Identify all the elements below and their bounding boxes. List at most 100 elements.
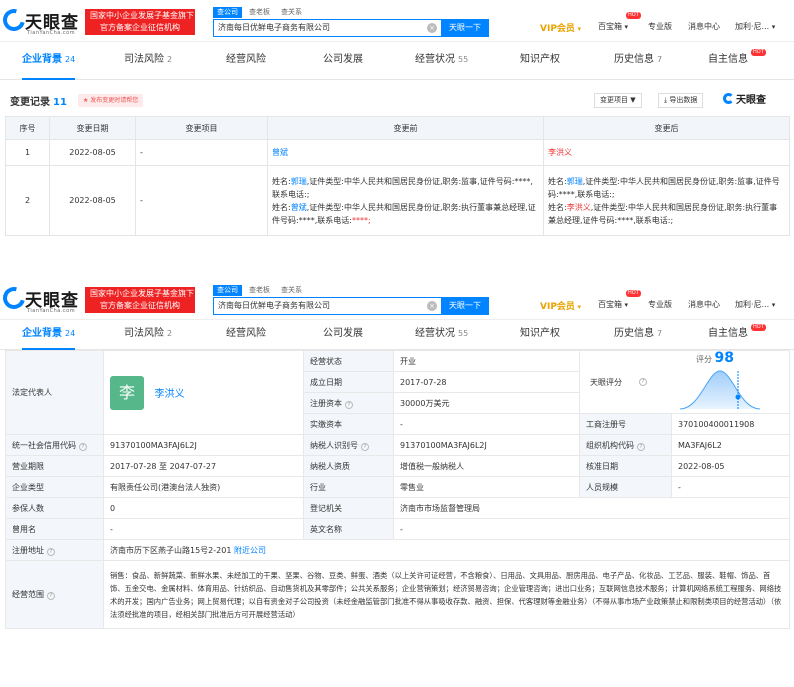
- pro-version-link[interactable]: 专业版: [648, 21, 672, 32]
- field-prefix: 姓名:: [548, 202, 567, 212]
- scope-label-cell: 经营范围?: [5, 560, 104, 629]
- help-icon[interactable]: ?: [47, 592, 55, 600]
- tab-history[interactable]: 历史信息 7: [614, 320, 662, 350]
- tab-enterprise-background[interactable]: 企业背景 24: [22, 320, 76, 350]
- tab-company-development[interactable]: 公司发展: [323, 42, 363, 80]
- score-value: 98: [714, 350, 735, 367]
- tab-judicial-risk[interactable]: 司法风险 2: [124, 42, 172, 80]
- search-tab-company[interactable]: 查公司: [213, 7, 242, 18]
- tianyancha-logo[interactable]: 天眼查 TianYanCha.com: [0, 4, 83, 38]
- tab-business-status[interactable]: 经营状况 55: [415, 320, 468, 350]
- search-input[interactable]: 济南每日优鲜电子商务有限公司: [213, 19, 441, 37]
- col-date: 变更日期: [49, 116, 136, 140]
- clear-icon[interactable]: ×: [427, 23, 437, 33]
- promo-banner[interactable]: 国家中小企业发展子基金旗下 官方备案企业征信机构: [85, 9, 195, 35]
- search-input[interactable]: 济南每日优鲜电子商务有限公司: [213, 297, 441, 315]
- help-icon[interactable]: ?: [47, 547, 55, 556]
- search-button[interactable]: 天眼一下: [441, 297, 489, 315]
- pro-version-link[interactable]: 专业版: [648, 299, 672, 310]
- chevron-down-icon: ▾: [771, 23, 776, 31]
- col-before: 变更前: [267, 116, 544, 140]
- term-value: 2017-07-28 至 2047-07-27: [103, 455, 304, 477]
- subscribe-change-badge[interactable]: ★ 发布变更时请帮您: [78, 94, 144, 107]
- tab-label: 司法风险: [124, 54, 164, 65]
- baibao-label: 百宝箱: [598, 300, 622, 309]
- field-prefix: 姓名:: [548, 176, 567, 186]
- person-link[interactable]: 郭瑞: [567, 177, 583, 186]
- tab-business-status[interactable]: 经营状况 55: [415, 42, 468, 80]
- tab-operating-risk[interactable]: 经营风险: [226, 42, 266, 80]
- search-tab-boss[interactable]: 查老板: [245, 7, 274, 18]
- help-icon[interactable]: ?: [79, 442, 87, 451]
- row-date: 2022-08-05: [49, 139, 136, 166]
- field-prefix: 姓名:: [272, 176, 291, 186]
- row-before: 曾斌: [267, 139, 544, 166]
- help-icon[interactable]: ?: [361, 442, 369, 451]
- org-code-value: MA3FAJ6L2: [671, 434, 790, 456]
- help-icon[interactable]: ?: [345, 400, 353, 409]
- message-center-link[interactable]: 消息中心: [688, 21, 720, 32]
- tianyan-score-label: 天眼评分: [590, 378, 622, 387]
- reg-capital-label: 注册资本: [310, 398, 342, 408]
- clear-icon[interactable]: ×: [427, 301, 437, 311]
- baibao-link[interactable]: 百宝箱 ▾: [598, 21, 628, 32]
- legal-rep-name-link[interactable]: 李洪义: [155, 389, 185, 400]
- avatar[interactable]: 李: [110, 375, 144, 410]
- person-link-changed[interactable]: 李洪义: [567, 203, 591, 212]
- export-data-button[interactable]: ⤓ 导出数据: [658, 93, 704, 108]
- change-record-header: 变更记录 11 ★ 发布变更时请帮您 变更项目 ▼ ⤓ 导出数据 天眼查: [0, 88, 794, 114]
- tab-count: 55: [458, 329, 469, 338]
- term-label: 营业期限: [5, 455, 104, 477]
- help-icon[interactable]: ?: [637, 442, 645, 451]
- user-menu[interactable]: 加利·尼... ▾: [735, 299, 775, 310]
- search-button[interactable]: 天眼一下: [441, 19, 489, 37]
- tab-enterprise-background[interactable]: 企业背景 24: [22, 42, 76, 80]
- vip-link[interactable]: VIP会员 ▾: [540, 299, 581, 312]
- promo-banner[interactable]: 国家中小企业发展子基金旗下 官方备案企业征信机构: [85, 287, 195, 313]
- reg-authority-value: 济南市市场监督管理局: [393, 497, 790, 519]
- promo-line-2: 官方备案企业征信机构: [100, 301, 180, 310]
- person-link[interactable]: 曾斌: [291, 203, 307, 212]
- baibao-link[interactable]: 百宝箱 ▾: [598, 299, 628, 310]
- person-link[interactable]: 曾斌: [272, 148, 288, 157]
- person-link-changed[interactable]: 李洪义: [548, 148, 572, 157]
- company-type-value: 有限责任公司(港澳台法人独资): [103, 476, 304, 498]
- tab-label: 知识产权: [520, 328, 560, 339]
- industry-label: 行业: [303, 476, 394, 498]
- hot-badge: HOT: [626, 12, 641, 19]
- tab-count: 2: [167, 329, 173, 338]
- person-link[interactable]: 郭瑞: [291, 177, 307, 186]
- search-tab-company[interactable]: 查公司: [213, 285, 242, 296]
- message-center-link[interactable]: 消息中心: [688, 299, 720, 310]
- search-tab-relation[interactable]: 查关系: [277, 285, 306, 296]
- tab-self-info[interactable]: 自主信息: [708, 42, 748, 80]
- taxpayer-type-value: 增值税一般纳税人: [393, 455, 580, 477]
- tianyancha-logo[interactable]: 天眼查 TianYanCha.com: [0, 282, 83, 316]
- help-icon[interactable]: ?: [639, 378, 647, 386]
- search-tab-boss[interactable]: 查老板: [245, 285, 274, 296]
- reg-capital-label-cell: 注册资本?: [303, 392, 394, 414]
- top-header: 天眼查 TianYanCha.com 国家中小企业发展子基金旗下 官方备案企业征…: [0, 0, 794, 42]
- credit-code-label: 统一社会信用代码: [12, 440, 76, 450]
- nearby-companies-link[interactable]: 附近公司: [234, 546, 266, 555]
- tab-intellectual-property[interactable]: 知识产权: [520, 320, 560, 350]
- tab-history[interactable]: 历史信息 7: [614, 42, 662, 80]
- tab-operating-risk[interactable]: 经营风险: [226, 320, 266, 350]
- tab-intellectual-property[interactable]: 知识产权: [520, 42, 560, 80]
- vip-link[interactable]: VIP会员 ▾: [540, 21, 581, 34]
- company-type-label: 企业类型: [5, 476, 104, 498]
- industry-value: 零售业: [393, 476, 580, 498]
- search-tab-relation[interactable]: 查关系: [277, 7, 306, 18]
- tab-label: 历史信息: [614, 328, 654, 339]
- tab-self-info[interactable]: 自主信息: [708, 320, 748, 350]
- change-item-filter[interactable]: 变更项目 ▼: [594, 93, 642, 108]
- row-index: 1: [5, 139, 50, 166]
- vip-label: VIP会员: [540, 24, 575, 34]
- tab-company-development[interactable]: 公司发展: [323, 320, 363, 350]
- tab-judicial-risk[interactable]: 司法风险 2: [124, 320, 172, 350]
- col-item: 变更项目: [135, 116, 268, 140]
- user-menu[interactable]: 加利·尼... ▾: [735, 21, 775, 32]
- tianyan-score-cell[interactable]: 天眼评分 ? 评分 98: [579, 350, 790, 414]
- tab-label: 经营状况: [415, 328, 455, 339]
- paid-capital-value: -: [393, 413, 580, 435]
